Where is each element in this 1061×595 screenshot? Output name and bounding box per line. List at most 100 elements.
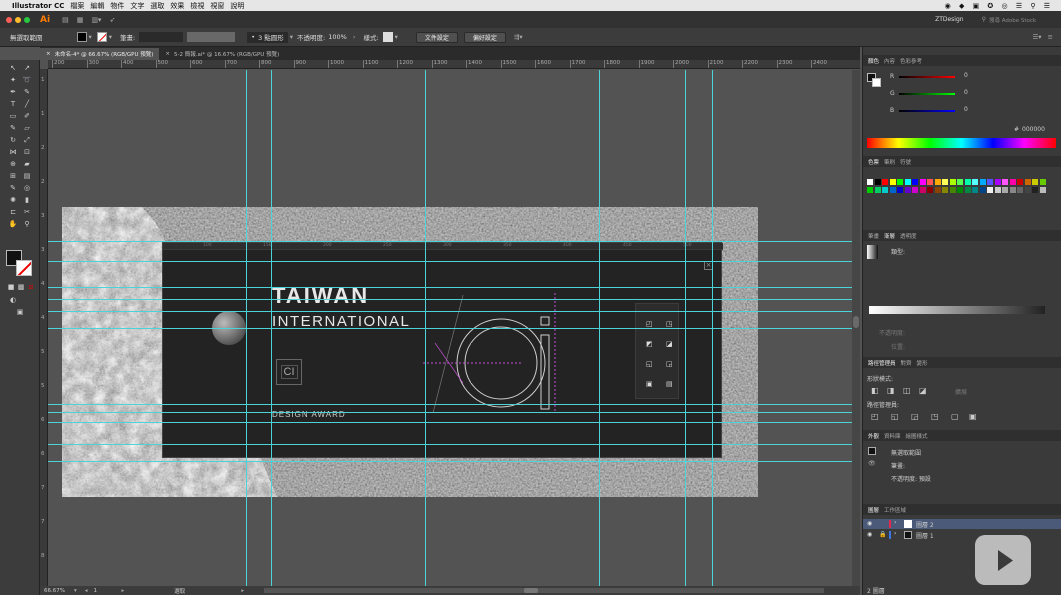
color-swatch[interactable] [897,187,903,193]
palette-icon[interactable]: ▤ [666,380,673,388]
menu-type[interactable]: 文字 [130,1,144,11]
menu-file[interactable]: 檔案 [70,1,84,11]
width-tool-icon[interactable]: ⋈ [8,148,18,157]
bridge-icon[interactable]: ▤ [62,16,69,24]
symbol-sprayer-icon[interactable]: ✺ [8,196,18,205]
color-swatch[interactable] [1032,179,1038,185]
rectangle-tool-icon[interactable]: ▭ [8,112,18,121]
menu-icon[interactable]: ≡ [1048,33,1053,41]
close-icon[interactable]: × [165,51,170,57]
color-swatch[interactable] [994,187,1001,193]
stock-icon[interactable]: ▦ [77,16,84,24]
color-swatch[interactable] [919,187,926,193]
intersect-icon[interactable]: ◫ [903,386,911,395]
color-swatch[interactable] [934,179,941,185]
color-swatch[interactable] [912,187,918,193]
eye-icon[interactable]: ◉ [867,520,872,527]
appearance-stroke[interactable]: 筆畫: [891,461,905,470]
eyedropper-icon[interactable]: ✎ [8,184,18,193]
vertical-scrollbar[interactable] [852,70,860,586]
palette-icon[interactable]: ▣ [646,380,653,388]
artboard-field[interactable]: 1 [94,588,114,594]
window-close-button[interactable] [6,16,12,23]
tab-artboards[interactable]: 工作區域 [884,506,906,514]
lock-icon[interactable]: 🔒 [879,531,886,538]
tab-color-guide[interactable]: 色彩參考 [900,57,922,65]
style-swatch[interactable] [382,32,393,42]
eye-icon[interactable]: 👁 [868,460,876,467]
color-swatch[interactable] [1024,187,1031,193]
g-slider[interactable] [899,93,955,95]
color-swatch[interactable] [949,179,956,185]
tab-transparency[interactable]: 透明度 [900,232,917,240]
color-swatch[interactable] [1009,179,1016,185]
color-swatch[interactable] [867,179,873,185]
guide-horizontal[interactable] [48,299,854,300]
rgb-b-value[interactable]: 0 [964,106,968,113]
appearance-opacity[interactable]: 不透明度: 預設 [891,474,931,483]
guide-horizontal[interactable] [48,412,854,413]
prev-artboard-icon[interactable]: ◂ [85,588,88,594]
stroke-box[interactable] [16,260,32,276]
unite-icon[interactable]: ◧ [871,386,879,395]
tab-layers[interactable]: 圖層 [868,506,879,514]
rgb-r-value[interactable]: 0 [964,72,968,79]
gradient-bar[interactable] [869,306,1045,314]
tab-swatches[interactable]: 色票 [868,158,879,166]
line-tool-icon[interactable]: ╱ [22,100,32,109]
direct-selection-tool-icon[interactable]: ↗ [22,64,32,73]
curvature-icon[interactable]: ✎ [22,88,32,97]
free-transform-icon[interactable]: ⊡ [22,148,32,157]
screen-mode-icon[interactable]: ▣ [15,308,25,317]
color-fill-stroke[interactable] [867,73,881,87]
tab-document-1[interactable]: × 未命名-4* @ 66.67% (RGB/GPU 預覽) [40,48,160,60]
color-swatch[interactable] [904,179,911,185]
color-swatch[interactable] [1002,187,1008,193]
zoom-field[interactable]: 66.67% [44,588,74,594]
expand-button[interactable]: 擴展 [955,387,967,396]
color-swatch[interactable] [904,187,911,193]
color-swatch[interactable] [979,187,986,193]
tab-align[interactable]: 對齊 [901,359,912,367]
hex-value[interactable]: 000000 [1022,126,1045,133]
color-swatch[interactable] [1002,179,1008,185]
color-swatch[interactable] [994,179,1001,185]
exclude-icon[interactable]: ◪ [919,386,927,395]
workspace-switcher[interactable]: ZTDesign [935,16,964,23]
color-swatch[interactable] [912,179,918,185]
artwork-logo-box[interactable]: CI [276,359,302,385]
palette-icon[interactable]: ◲ [666,360,673,368]
color-swatch[interactable] [874,187,881,193]
merge-icon[interactable]: ◲ [911,412,919,421]
artboard[interactable]: 100 150 200 250 300 350 400 450 500 × ◰ … [62,207,758,497]
arrange-docs-icon[interactable]: ⇶▾ [514,33,523,41]
color-swatch[interactable] [957,187,963,193]
guide-horizontal[interactable] [48,422,854,423]
tab-color[interactable]: 顏色 [868,57,879,65]
chevron-down-icon[interactable]: ▾ [89,33,92,41]
scroll-thumb[interactable] [853,316,859,328]
brush-dropdown[interactable]: • 3 點圓形 [247,31,288,43]
hand-tool-icon[interactable]: ✋ [8,220,18,229]
horizontal-scrollbar[interactable] [264,588,825,593]
paintbrush-icon[interactable]: ✐ [22,112,32,121]
palette-icon[interactable]: ◩ [646,340,653,348]
minus-back-icon[interactable]: ▣ [969,412,977,421]
fill-stroke-widget[interactable] [6,250,34,276]
guide-horizontal[interactable] [48,261,854,262]
magic-wand-icon[interactable]: ✦ [8,76,18,85]
palette-icon[interactable]: ◱ [646,360,653,368]
color-swatch[interactable] [964,187,971,193]
eraser-icon[interactable]: ▱ [22,124,32,133]
color-swatch[interactable] [957,179,963,185]
guide-horizontal[interactable] [48,444,854,445]
close-icon[interactable]: × [46,51,51,57]
color-swatch[interactable] [874,179,881,185]
chevron-down-icon[interactable]: ▾ [74,588,77,594]
zoom-tool-icon[interactable]: ⚲ [22,220,32,229]
color-swatch[interactable] [979,179,986,185]
color-spectrum[interactable] [867,138,1056,148]
prefs-button[interactable]: 偏好設定 [463,31,506,43]
color-swatch[interactable] [987,179,993,185]
variable-width-input[interactable] [187,32,236,42]
